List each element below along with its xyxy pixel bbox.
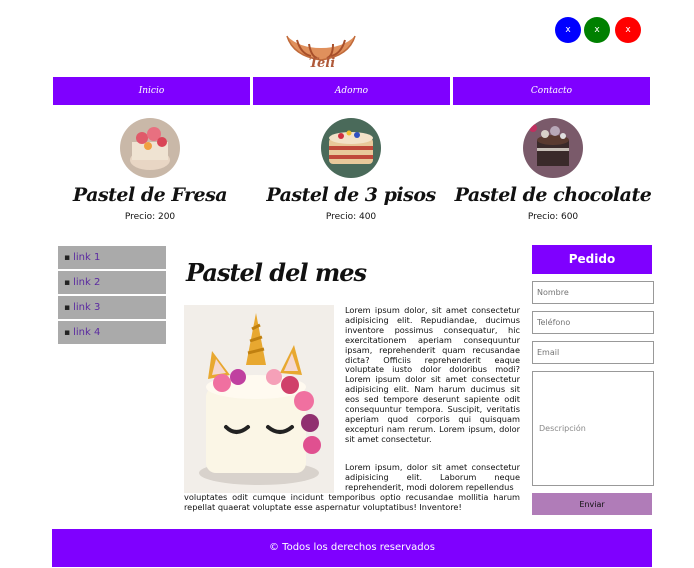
blue-close-button[interactable]: x xyxy=(555,17,581,43)
sidebar-link-label: link 2 xyxy=(73,277,101,288)
sidebar-link-4[interactable]: ▪ link 4 xyxy=(58,321,166,344)
section-title: Pastel del mes xyxy=(186,258,367,287)
product-name: Pastel de chocolate xyxy=(454,184,652,206)
product-card-3-pisos[interactable]: Pastel de 3 pisos Precio: 400 xyxy=(251,118,451,222)
bullet-icon: ▪ xyxy=(64,278,71,288)
unicorn-cake-image xyxy=(184,305,334,493)
intro-paragraph: Lorem ipsum dolor, sit amet consectetur … xyxy=(345,305,520,444)
submit-button[interactable]: Enviar xyxy=(532,493,652,515)
name-field[interactable] xyxy=(532,281,654,304)
strawberry-cake-image xyxy=(120,118,180,178)
sidebar-link-label: link 3 xyxy=(73,302,101,313)
sidebar-link-label: link 1 xyxy=(73,252,101,263)
nav-inicio[interactable]: Inicio xyxy=(53,77,250,105)
product-name: Pastel de Fresa xyxy=(72,184,228,206)
chocolate-cake-image xyxy=(523,118,583,178)
product-price: Precio: 600 xyxy=(527,212,579,222)
sidebar-link-2[interactable]: ▪ link 2 xyxy=(58,271,166,294)
product-price: Precio: 200 xyxy=(124,212,176,222)
phone-field[interactable] xyxy=(532,311,654,334)
sidebar-link-label: link 4 xyxy=(73,327,101,338)
green-close-button[interactable]: x xyxy=(584,17,610,43)
order-form-title: Pedido xyxy=(532,245,652,274)
sidebar: ▪ link 1 ▪ link 2 ▪ link 3 ▪ link 4 xyxy=(58,246,166,346)
bullet-icon: ▪ xyxy=(64,253,71,263)
sidebar-link-1[interactable]: ▪ link 1 xyxy=(58,246,166,269)
bullet-icon: ▪ xyxy=(64,328,71,338)
email-field[interactable] xyxy=(532,341,654,364)
footer: © Todos los derechos reservados xyxy=(52,529,652,567)
product-card-fresa[interactable]: Pastel de Fresa Precio: 200 xyxy=(50,118,250,222)
sidebar-link-3[interactable]: ▪ link 3 xyxy=(58,296,166,319)
bullet-icon: ▪ xyxy=(64,303,71,313)
nav-contacto[interactable]: Contacto xyxy=(453,77,650,105)
product-card-chocolate[interactable]: Pastel de chocolate Precio: 600 xyxy=(453,118,653,222)
logo-text: Teli xyxy=(308,56,336,71)
second-paragraph: Lorem ipsum, dolor sit amet consectetur … xyxy=(345,462,520,492)
product-name: Pastel de 3 pisos xyxy=(266,184,436,206)
nav-adorno[interactable]: Adorno xyxy=(253,77,450,105)
description-field[interactable] xyxy=(532,371,654,486)
second-paragraph-continued: voluptates odit cumque incidunt temporib… xyxy=(184,492,520,512)
red-close-button[interactable]: x xyxy=(615,17,641,43)
product-price: Precio: 400 xyxy=(325,212,377,222)
layer-cake-image xyxy=(321,118,381,178)
main-nav: Inicio Adorno Contacto xyxy=(53,77,650,105)
